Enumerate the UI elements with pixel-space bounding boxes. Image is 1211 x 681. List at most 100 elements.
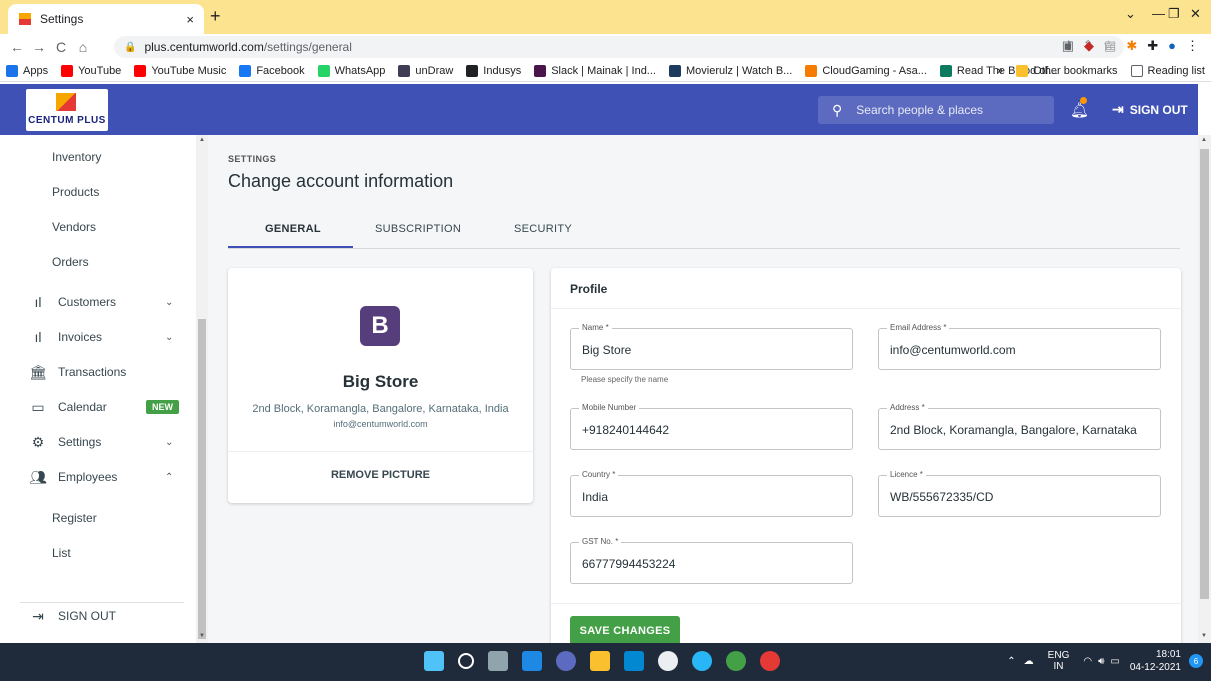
mobile-input[interactable] (582, 423, 842, 437)
sidebar-item-settings[interactable]: ⚙ Settings ⌄ (0, 427, 196, 457)
address-field[interactable]: Address * (878, 403, 1161, 450)
sidebar-scrollbar[interactable]: ▲ ▼ (196, 135, 208, 643)
search-box[interactable]: ⚲ (818, 96, 1054, 124)
page-scrollbar[interactable]: ▲ ▼ (1198, 135, 1211, 643)
scroll-up-icon[interactable]: ▲ (1201, 137, 1207, 143)
github-icon[interactable] (658, 651, 678, 671)
name-label: Name * (579, 323, 612, 332)
store-name: Big Store (342, 372, 419, 391)
chat-icon[interactable] (556, 651, 576, 671)
other-bookmarks-folder[interactable]: Other bookmarks (1016, 65, 1118, 77)
battery-icon[interactable]: ▭ (1110, 656, 1119, 667)
notifications-bell-icon[interactable]: 🔔︎ (1070, 97, 1089, 119)
bookmark-item[interactable]: Facebook (239, 64, 305, 77)
bookmark-item[interactable]: YouTube (61, 64, 121, 77)
name-field[interactable]: Name * (570, 323, 853, 370)
tab-subscription[interactable]: SUBSCRIPTION (375, 223, 461, 235)
reload-icon[interactable]: C (50, 39, 72, 55)
sidebar-item-transactions[interactable]: 🏛︎ Transactions (0, 357, 196, 387)
sidebar-item-customers[interactable]: ıl Customers ⌄ (0, 287, 196, 317)
extensions-puzzle-icon[interactable]: ✚ (1147, 38, 1158, 54)
language-indicator[interactable]: ENG IN (1048, 650, 1070, 672)
bookmark-item[interactable]: Movierulz | Watch B... (668, 64, 792, 77)
chrome-canary-icon[interactable] (760, 651, 780, 671)
mobile-field[interactable]: Mobile Number (570, 403, 853, 450)
close-tab-icon[interactable]: × (186, 12, 194, 27)
sidebar-item-employees[interactable]: 👥︎ Employees ⌃ (0, 462, 196, 492)
extension-icon[interactable]: ◆ (1084, 38, 1094, 54)
header-sign-out-button[interactable]: ⇥ SIGN OUT (1112, 101, 1188, 118)
bookmark-item[interactable]: YouTube Music (134, 64, 226, 77)
reading-list-button[interactable]: Reading list (1130, 65, 1205, 77)
new-tab-button[interactable]: + (210, 6, 221, 27)
scroll-up-icon[interactable]: ▲ (199, 137, 205, 143)
scroll-down-icon[interactable]: ▼ (1201, 633, 1207, 639)
bookmark-item[interactable]: Slack | Mainak | Ind... (534, 64, 656, 77)
more-bookmarks-button[interactable]: » (997, 65, 1003, 77)
tab-security[interactable]: SECURITY (514, 223, 572, 235)
sidebar-item-vendors[interactable]: Vendors (0, 212, 196, 242)
menu-dots-icon[interactable]: ⋮ (1186, 38, 1199, 54)
extension-icon[interactable]: ✱ (1126, 38, 1137, 54)
sidebar-item-register[interactable]: Register (0, 503, 196, 533)
remove-picture-button[interactable]: REMOVE PICTURE (228, 469, 533, 481)
maximize-icon[interactable]: ❐ (1168, 6, 1180, 22)
chevron-up-icon[interactable]: ⌃ (1007, 656, 1015, 667)
name-input[interactable] (582, 343, 842, 357)
cloud-icon[interactable]: ☁ (1024, 656, 1034, 667)
file-explorer-icon[interactable] (590, 651, 610, 671)
notification-count-badge[interactable]: 6 (1189, 654, 1203, 668)
scroll-down-icon[interactable]: ▼ (199, 633, 205, 639)
sidebar-item-invoices[interactable]: ıl Invoices ⌄ (0, 322, 196, 352)
back-icon[interactable]: ← (6, 39, 28, 55)
close-window-icon[interactable]: ✕ (1190, 6, 1201, 22)
browser-tab-strip: Settings × + ⌄ — ❐ ✕ (0, 0, 1211, 34)
search-input[interactable] (856, 103, 1037, 117)
widgets-icon[interactable] (522, 651, 542, 671)
wifi-icon[interactable]: ◠ (1083, 656, 1092, 667)
task-view-icon[interactable] (488, 651, 508, 671)
bookmark-item[interactable]: Indusys (466, 64, 521, 77)
url-field[interactable]: 🔒 plus.centumworld.com/settings/general … (114, 36, 1124, 58)
page-scroll-thumb[interactable] (1200, 149, 1209, 599)
bookmark-item[interactable]: WhatsApp (317, 64, 385, 77)
sidebar-item-products[interactable]: Products (0, 177, 196, 207)
extension-icon[interactable]: ▣ (1062, 38, 1074, 54)
sidebar-item-calendar[interactable]: ▭ Calendar NEW (0, 392, 196, 422)
extension-icon[interactable]: ▤ (1104, 38, 1116, 54)
bookmark-item[interactable]: unDraw (398, 64, 453, 77)
country-field[interactable]: Country * (570, 470, 853, 517)
gst-input[interactable] (582, 557, 842, 571)
windows-start-icon[interactable] (424, 651, 444, 671)
licence-input[interactable] (890, 490, 1150, 504)
profile-icon[interactable]: ● (1168, 38, 1176, 54)
browser-tab-settings[interactable]: Settings × (8, 4, 204, 34)
centum-plus-logo[interactable]: CENTUM PLUS (26, 89, 108, 131)
sidebar-sign-out-button[interactable]: ⇥ SIGN OUT (0, 601, 196, 631)
save-changes-button[interactable]: SAVE CHANGES (570, 616, 680, 643)
bookmark-item[interactable]: CloudGaming - Asa... (805, 64, 927, 77)
sidebar-item-list[interactable]: List (0, 538, 196, 568)
country-input[interactable] (582, 490, 842, 504)
address-input[interactable] (890, 423, 1150, 437)
minimize-icon[interactable]: — (1152, 6, 1165, 21)
chevron-down-icon[interactable]: ⌄ (1125, 6, 1136, 22)
tab-general[interactable]: GENERAL (265, 223, 321, 235)
email-field[interactable]: Email Address * (878, 323, 1161, 370)
store-icon[interactable] (624, 651, 644, 671)
email-input[interactable] (890, 343, 1150, 357)
search-icon[interactable] (458, 653, 474, 669)
home-icon[interactable]: ⌂ (72, 39, 94, 55)
gst-field[interactable]: GST No. * (570, 537, 853, 584)
sidebar-item-orders[interactable]: Orders (0, 247, 196, 277)
store-email: info@centumworld.com (333, 419, 428, 429)
volume-icon[interactable]: 🔊︎ (1098, 656, 1104, 667)
sidebar-item-inventory[interactable]: Inventory (0, 142, 196, 172)
app-icon[interactable] (692, 651, 712, 671)
chrome-icon[interactable] (726, 651, 746, 671)
licence-field[interactable]: Licence * (878, 470, 1161, 517)
bookmark-item[interactable]: Apps (6, 64, 48, 77)
clock[interactable]: 18:01 04-12-2021 (1130, 648, 1181, 674)
sidebar-scroll-thumb[interactable] (198, 319, 206, 639)
forward-icon[interactable]: → (28, 39, 50, 55)
